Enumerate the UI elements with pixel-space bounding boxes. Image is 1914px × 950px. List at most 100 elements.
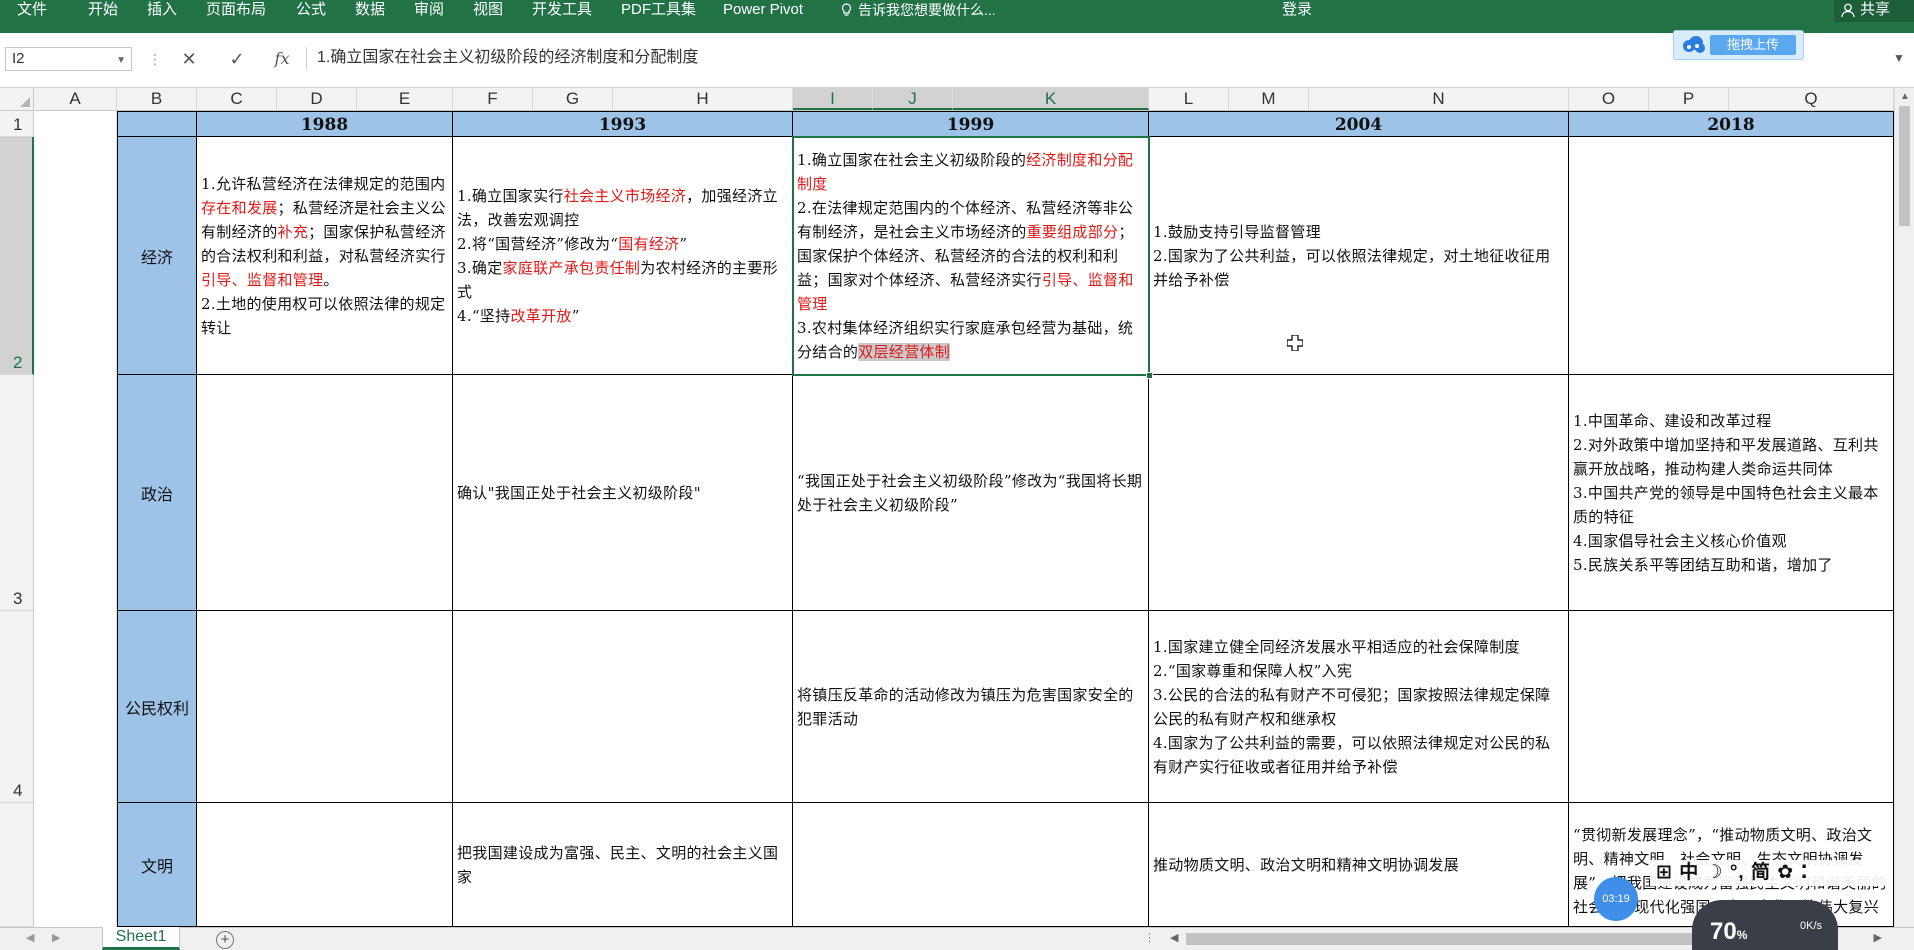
horizontal-scroll-thumb[interactable] <box>1186 933 1706 945</box>
column-header-f[interactable]: F <box>453 88 533 110</box>
year-header-1993[interactable]: 1993 <box>453 111 793 137</box>
cell-rights-2004[interactable]: 1.国家建立健全同经济发展水平相适应的社会保障制度 2.“国家尊重和保障人权”入… <box>1149 611 1569 803</box>
cell-civ-2004[interactable]: 推动物质文明、政治文明和精神文明协调发展 <box>1149 803 1569 927</box>
add-sheet-icon[interactable]: + <box>216 931 234 949</box>
tab-pdf-tools[interactable]: PDF工具集 <box>621 0 696 22</box>
name-box-value: I2 <box>12 50 25 67</box>
tab-review[interactable]: 审阅 <box>414 0 444 22</box>
login-link[interactable]: 登录 <box>1282 0 1312 22</box>
row-header-3[interactable]: 3 <box>0 375 34 611</box>
cell-politics-1993[interactable]: 确认"我国正处于社会主义初级阶段" <box>453 375 793 611</box>
column-header-i[interactable]: I <box>793 88 873 110</box>
sheet-prev-icon[interactable]: ◀ <box>26 931 34 944</box>
tab-formulas[interactable]: 公式 <box>296 0 326 22</box>
cell-rights-1988[interactable] <box>197 611 453 803</box>
tab-page-layout[interactable]: 页面布局 <box>206 0 266 22</box>
column-header-d[interactable]: D <box>277 88 357 110</box>
split-handle-icon[interactable]: ⋮ <box>1144 931 1155 944</box>
column-header-e[interactable]: E <box>357 88 453 110</box>
column-header-l[interactable]: L <box>1149 88 1229 110</box>
tab-home[interactable]: 开始 <box>88 0 118 22</box>
cancel-icon[interactable]: ✕ <box>177 47 201 71</box>
scroll-right-icon[interactable]: ▶ <box>1874 931 1882 944</box>
expand-formula-icon[interactable]: ▼ <box>1893 51 1905 65</box>
cell-economy-1999[interactable]: 1.确立国家在社会主义初级阶段的经济制度和分配制度 2.在法律规定范围内的个体经… <box>793 137 1149 375</box>
cell-economy-1993[interactable]: 1.确立国家实行社会主义市场经济，加强经济立法，改善宏观调控 2.将“国营经济”… <box>453 137 793 375</box>
cell-economy-2004[interactable]: 1.鼓励支持引导监督管理 2.国家为了公共利益，可以依照法律规定，对土地征收征用… <box>1149 137 1569 375</box>
row-header-5[interactable] <box>0 803 34 927</box>
row-header-1[interactable]: 1 <box>0 111 34 137</box>
ime-grid-icon[interactable]: ⊞ <box>1656 862 1673 883</box>
ime-moon-icon[interactable]: ☽ <box>1706 862 1724 883</box>
vertical-scrollbar[interactable]: ▲ <box>1894 88 1914 927</box>
enter-icon[interactable]: ✓ <box>225 47 249 71</box>
cell-rights-1999[interactable]: 将镇压反革命的活动修改为镇压为危害国家安全的犯罪活动 <box>793 611 1149 803</box>
header-cell-blank[interactable] <box>117 111 197 137</box>
cell-politics-1999[interactable]: “我国正处于社会主义初级阶段”修改为“我国将长期处于社会主义初级阶段” <box>793 375 1149 611</box>
recording-timer[interactable]: 03:19 <box>1594 877 1638 921</box>
name-box[interactable]: I2 ▼ <box>5 47 132 71</box>
scroll-up-icon[interactable]: ▲ <box>1900 91 1910 102</box>
cell-rights-1993[interactable] <box>453 611 793 803</box>
cell-civ-1993[interactable]: 把我国建设成为富强、民主、文明的社会主义国家 <box>453 803 793 927</box>
row-label-civilization[interactable]: 文明 <box>117 803 197 927</box>
year-header-1988[interactable]: 1988 <box>197 111 453 137</box>
ime-punct-icon[interactable]: °, <box>1730 862 1745 883</box>
select-all-corner[interactable] <box>0 88 34 110</box>
tell-me-search[interactable]: 告诉我您想要做什么... <box>838 0 996 22</box>
column-header-c[interactable]: C <box>197 88 277 110</box>
ime-mode[interactable]: 简 <box>1751 862 1771 883</box>
column-header-k[interactable]: K <box>953 88 1149 110</box>
chevron-down-icon[interactable]: ▼ <box>116 50 126 72</box>
ime-more-icon[interactable]: ⁚ <box>1801 862 1809 883</box>
cell-politics-1988[interactable] <box>197 375 453 611</box>
cell-economy-1988[interactable]: 1.允许私营经济在法律规定的范围内存在和发展；私营经济是社会主义公有制经济的补充… <box>197 137 453 375</box>
cell-rights-2018[interactable] <box>1569 611 1894 803</box>
tell-me-text: 告诉我您想要做什么... <box>858 2 996 18</box>
column-header-p[interactable]: P <box>1649 88 1729 110</box>
vertical-scroll-thumb[interactable] <box>1899 106 1910 226</box>
network-speed-widget[interactable]: 70% 0K/s <box>1692 900 1838 950</box>
worksheet-grid[interactable]: 1988 1993 1999 2004 2018 经济 1.允许私营经济在法律规… <box>34 111 1894 927</box>
upload-button[interactable]: 拖拽上传 <box>1710 35 1796 55</box>
ime-language[interactable]: 中 <box>1679 862 1699 883</box>
ime-settings-icon[interactable]: ✿ <box>1777 862 1794 883</box>
row-header-2[interactable]: 2 <box>0 137 34 375</box>
tab-view[interactable]: 视图 <box>473 0 503 22</box>
cell-civ-1988[interactable] <box>197 803 453 927</box>
insert-function-icon[interactable]: fx <box>270 47 294 71</box>
column-header-b[interactable]: B <box>117 88 197 110</box>
year-header-2018[interactable]: 2018 <box>1569 111 1894 137</box>
row-label-civil-rights[interactable]: 公民权利 <box>117 611 197 803</box>
column-header-q[interactable]: Q <box>1729 88 1894 110</box>
column-header-g[interactable]: G <box>533 88 613 110</box>
sheet-tab-sheet1[interactable]: Sheet1 <box>102 927 180 950</box>
column-header-a[interactable]: A <box>34 88 117 110</box>
tab-developer[interactable]: 开发工具 <box>532 0 592 22</box>
row-header-4[interactable]: 4 <box>0 611 34 803</box>
column-header-o[interactable]: O <box>1569 88 1649 110</box>
tab-power-pivot[interactable]: Power Pivot <box>723 0 803 22</box>
row-label-politics[interactable]: 政治 <box>117 375 197 611</box>
tab-data[interactable]: 数据 <box>355 0 385 22</box>
formula-input[interactable]: 1.确立国家在社会主义初级阶段的经济制度和分配制度 <box>306 47 1886 71</box>
cell-politics-2004[interactable] <box>1149 375 1569 611</box>
scroll-left-icon[interactable]: ◀ <box>1170 931 1178 944</box>
tab-file[interactable]: 文件 <box>17 0 47 22</box>
column-header-h[interactable]: H <box>613 88 793 110</box>
more-options-icon[interactable]: ⋮ <box>143 47 167 71</box>
ime-toolbar[interactable]: ⊞ 中 ☽ °, 简 ✿ ⁚ <box>1650 860 1890 886</box>
drag-upload-widget[interactable]: 拖拽上传 <box>1673 30 1804 60</box>
cell-economy-2018[interactable] <box>1569 137 1894 375</box>
cell-civ-1999[interactable] <box>793 803 1149 927</box>
column-header-m[interactable]: M <box>1229 88 1309 110</box>
row-label-economy[interactable]: 经济 <box>117 137 197 375</box>
column-header-n[interactable]: N <box>1309 88 1569 110</box>
share-button[interactable]: 共享 <box>1834 0 1914 22</box>
year-header-1999[interactable]: 1999 <box>793 111 1149 137</box>
cell-politics-2018[interactable]: 1.中国革命、建设和改革过程 2.对外政策中增加坚持和平发展道路、互利共赢开放战… <box>1569 375 1894 611</box>
year-header-2004[interactable]: 2004 <box>1149 111 1569 137</box>
column-header-j[interactable]: J <box>873 88 953 110</box>
sheet-next-icon[interactable]: ▶ <box>52 931 60 944</box>
tab-insert[interactable]: 插入 <box>147 0 177 22</box>
